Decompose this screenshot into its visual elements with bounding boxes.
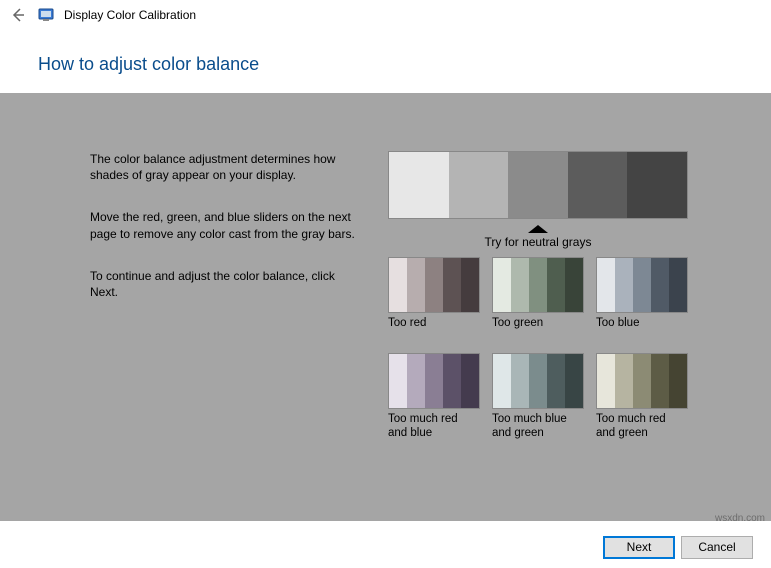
heading-area: How to adjust color balance bbox=[0, 30, 771, 93]
sample-swatch bbox=[389, 354, 407, 408]
sample-swatch bbox=[407, 354, 425, 408]
sample-swatch bbox=[651, 354, 669, 408]
sample-strip bbox=[388, 257, 480, 313]
sample-swatch bbox=[547, 354, 565, 408]
neutral-label-block: Try for neutral grays bbox=[388, 225, 688, 249]
titlebar: Display Color Calibration bbox=[0, 0, 771, 30]
color-sample: Too much blue and green bbox=[492, 353, 584, 441]
back-button[interactable] bbox=[8, 5, 28, 25]
sample-strip bbox=[492, 257, 584, 313]
sample-swatch bbox=[425, 258, 443, 312]
paragraph-3: To continue and adjust the color balance… bbox=[90, 268, 362, 300]
sample-strip bbox=[388, 353, 480, 409]
explanation-text: The color balance adjustment determines … bbox=[90, 151, 362, 521]
next-button[interactable]: Next bbox=[603, 536, 675, 559]
watermark: wsxdn.com bbox=[715, 513, 765, 524]
sample-swatch bbox=[597, 354, 615, 408]
neutral-swatch bbox=[449, 152, 509, 218]
sample-swatch bbox=[461, 258, 479, 312]
window-title: Display Color Calibration bbox=[64, 8, 196, 22]
app-icon bbox=[38, 7, 54, 23]
color-sample: Too blue bbox=[596, 257, 688, 345]
color-sample: Too much red and blue bbox=[388, 353, 480, 441]
sample-label: Too much blue and green bbox=[492, 413, 584, 441]
paragraph-2: Move the red, green, and blue sliders on… bbox=[90, 209, 362, 241]
sample-label: Too much red and green bbox=[596, 413, 688, 441]
footer: Next Cancel bbox=[0, 526, 771, 568]
sample-label: Too red bbox=[388, 317, 480, 345]
sample-swatch bbox=[443, 354, 461, 408]
neutral-swatch bbox=[389, 152, 449, 218]
sample-label: Too green bbox=[492, 317, 584, 345]
up-arrow-icon bbox=[528, 225, 548, 233]
sample-swatch bbox=[651, 258, 669, 312]
samples-panel: Try for neutral grays Too redToo greenTo… bbox=[388, 151, 719, 521]
sample-strip bbox=[596, 353, 688, 409]
color-sample: Too green bbox=[492, 257, 584, 345]
sample-swatch bbox=[529, 258, 547, 312]
sample-strip bbox=[596, 257, 688, 313]
sample-swatch bbox=[565, 258, 583, 312]
sample-swatch bbox=[615, 354, 633, 408]
sample-swatch bbox=[633, 354, 651, 408]
back-arrow-icon bbox=[10, 7, 26, 23]
sample-swatch bbox=[443, 258, 461, 312]
sample-swatch bbox=[511, 354, 529, 408]
sample-swatch bbox=[615, 258, 633, 312]
sample-swatch bbox=[565, 354, 583, 408]
sample-strip bbox=[492, 353, 584, 409]
neutral-swatch bbox=[508, 152, 568, 218]
content-area: The color balance adjustment determines … bbox=[0, 93, 771, 521]
neutral-swatch bbox=[568, 152, 628, 218]
sample-swatch bbox=[547, 258, 565, 312]
neutral-swatch bbox=[627, 152, 687, 218]
sample-swatch bbox=[493, 354, 511, 408]
sample-swatch bbox=[511, 258, 529, 312]
color-sample: Too red bbox=[388, 257, 480, 345]
sample-grid: Too red Too green Too blue Too much red and… bbox=[388, 257, 719, 441]
sample-swatch bbox=[529, 354, 547, 408]
page-heading: How to adjust color balance bbox=[38, 54, 771, 75]
sample-label: Too blue bbox=[596, 317, 688, 345]
sample-swatch bbox=[493, 258, 511, 312]
sample-swatch bbox=[407, 258, 425, 312]
cancel-button[interactable]: Cancel bbox=[681, 536, 753, 559]
sample-label: Too much red and blue bbox=[388, 413, 480, 441]
paragraph-1: The color balance adjustment determines … bbox=[90, 151, 362, 183]
color-sample: Too much red and green bbox=[596, 353, 688, 441]
sample-swatch bbox=[669, 354, 687, 408]
neutral-label: Try for neutral grays bbox=[485, 235, 592, 249]
sample-swatch bbox=[461, 354, 479, 408]
sample-swatch bbox=[597, 258, 615, 312]
sample-swatch bbox=[389, 258, 407, 312]
sample-swatch bbox=[633, 258, 651, 312]
neutral-gray-strip bbox=[388, 151, 688, 219]
sample-swatch bbox=[425, 354, 443, 408]
sample-swatch bbox=[669, 258, 687, 312]
